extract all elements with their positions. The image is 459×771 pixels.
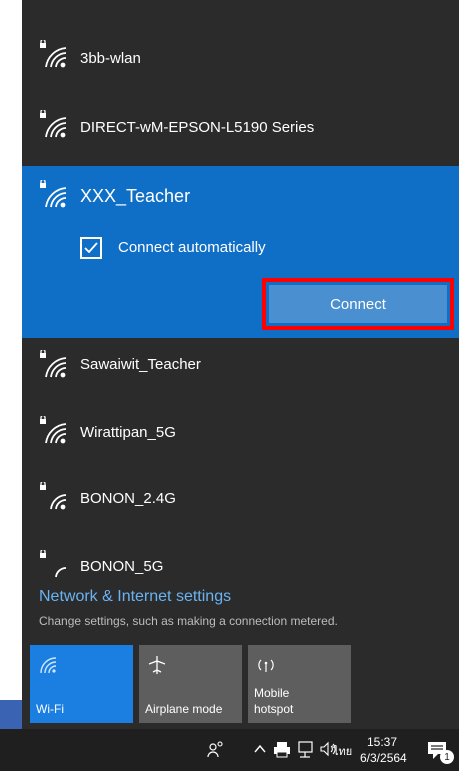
- taskbar: ไทย 15:37 6/3/2564 1: [0, 729, 459, 771]
- wifi-tile-label: Wi-Fi: [36, 702, 64, 716]
- wifi-toggle-tile[interactable]: Wi-Fi: [30, 645, 133, 723]
- network-item[interactable]: 3bb-wlan: [22, 22, 459, 90]
- people-icon[interactable]: [206, 739, 226, 759]
- chevron-up-icon[interactable]: [250, 739, 270, 759]
- network-item[interactable]: Sawaiwit_Teacher: [22, 338, 459, 406]
- network-name: BONON_5G: [80, 558, 164, 575]
- network-item[interactable]: Wirattipan_5G: [22, 406, 459, 474]
- connect-automatically-label: Connect automatically: [118, 239, 266, 256]
- checkmark-icon: [84, 242, 98, 254]
- network-flyout: 3bb-wlan DIRECT-wM-EPSON-L5190 Series XX…: [22, 0, 459, 729]
- clock-date[interactable]: 6/3/2564: [360, 751, 407, 765]
- connect-button[interactable]: Connect: [269, 285, 447, 323]
- clock-time[interactable]: 15:37: [367, 735, 397, 749]
- wifi-secured-icon: [40, 550, 67, 578]
- hotspot-icon: [258, 659, 274, 672]
- input-language-indicator[interactable]: ไทย: [333, 742, 352, 760]
- wifi-secured-icon: [40, 416, 67, 444]
- mobile-hotspot-label-line2: hotspot: [254, 702, 294, 716]
- wifi-secured-icon: [40, 110, 67, 138]
- mobile-hotspot-tile[interactable]: Mobile hotspot: [248, 645, 351, 723]
- network-name: Sawaiwit_Teacher: [80, 356, 201, 373]
- desktop-wallpaper-strip: [0, 700, 22, 730]
- network-item-selected[interactable]: XXX_Teacher Connect automatically Connec…: [22, 166, 459, 338]
- network-wired-icon[interactable]: [296, 739, 316, 759]
- network-name: Wirattipan_5G: [80, 424, 176, 441]
- notification-count-badge: 1: [440, 750, 454, 764]
- mobile-hotspot-label-line1: Mobile: [254, 686, 290, 700]
- connect-automatically-checkbox[interactable]: [80, 237, 102, 259]
- printer-icon[interactable]: [272, 739, 292, 759]
- wifi-secured-icon: [40, 350, 67, 378]
- network-item[interactable]: DIRECT-wM-EPSON-L5190 Series: [22, 92, 459, 160]
- network-name: BONON_2.4G: [80, 490, 176, 507]
- airplane-icon: [148, 656, 166, 674]
- airplane-mode-label: Airplane mode: [145, 702, 223, 716]
- wifi-secured-icon: [40, 40, 67, 68]
- network-item[interactable]: BONON_5G: [22, 542, 459, 578]
- desktop-background: [0, 0, 22, 700]
- network-name: DIRECT-wM-EPSON-L5190 Series: [80, 119, 315, 136]
- network-name: XXX_Teacher: [80, 186, 191, 206]
- network-list[interactable]: 3bb-wlan DIRECT-wM-EPSON-L5190 Series XX…: [22, 0, 459, 578]
- wifi-secured-icon: [40, 180, 67, 208]
- network-item[interactable]: BONON_2.4G: [22, 474, 459, 542]
- wifi-icon: [40, 657, 57, 674]
- network-settings-description: Change settings, such as making a connec…: [39, 614, 338, 628]
- network-settings-section: Network & Internet settings Change setti…: [22, 578, 459, 628]
- network-internet-settings-link[interactable]: Network & Internet settings: [39, 588, 231, 606]
- wifi-secured-icon: [40, 482, 67, 510]
- airplane-mode-tile[interactable]: Airplane mode: [139, 645, 242, 723]
- network-name: 3bb-wlan: [80, 50, 141, 67]
